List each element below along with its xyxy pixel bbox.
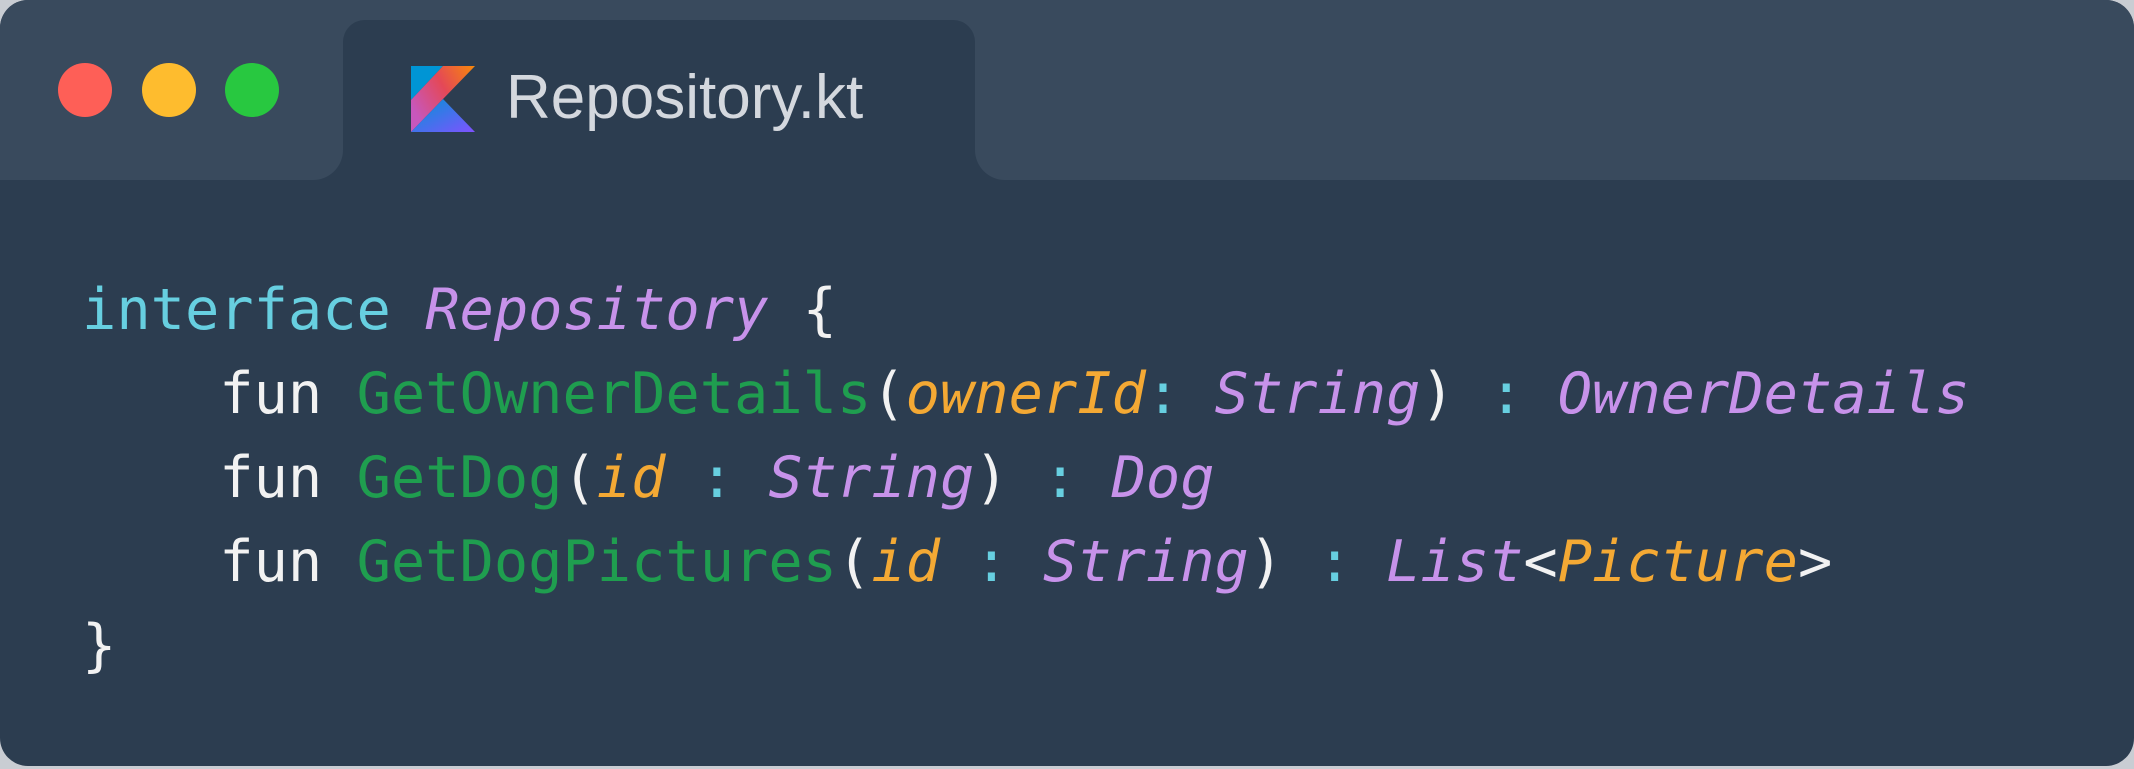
code-token-type: String	[1214, 361, 1421, 427]
code-token-punc: {	[768, 277, 837, 343]
code-token-type: List	[1386, 529, 1524, 595]
code-line: interface Repository {	[82, 268, 1970, 352]
code-line: fun GetDogPictures(id : String) : List<P…	[82, 520, 1970, 604]
code-token-punc: }	[82, 613, 117, 679]
tab-title[interactable]: Repository.kt	[506, 58, 863, 138]
close-window-button[interactable]	[58, 63, 112, 117]
kotlin-icon	[411, 66, 475, 132]
code-token-param: id	[871, 529, 940, 595]
code-token-plain: fun	[219, 529, 323, 595]
code-token-plain: fun	[219, 361, 323, 427]
code-token-colon: :	[939, 529, 1043, 595]
maximize-window-button[interactable]	[225, 63, 279, 117]
code-token-colon: :	[665, 445, 769, 511]
code-token-type: Dog	[1111, 445, 1215, 511]
code-token-type: Repository	[425, 277, 769, 343]
code-token-fn: GetOwnerDetails	[356, 361, 872, 427]
code-token-punc: )	[974, 445, 1009, 511]
code-token-type: String	[768, 445, 975, 511]
code-token-type: OwnerDetails	[1557, 361, 1970, 427]
code-token-param: Picture	[1557, 529, 1798, 595]
code-token-colon: :	[1145, 361, 1215, 427]
code-line: fun GetDog(id : String) : Dog	[82, 436, 1970, 520]
code-line: }	[82, 604, 1970, 688]
tab-edge-right	[975, 150, 1005, 180]
minimize-window-button[interactable]	[142, 63, 196, 117]
code-token-punc: (	[562, 445, 597, 511]
code-token-colon: :	[1283, 529, 1387, 595]
code-token-plain: fun	[219, 445, 323, 511]
code-token-punc: (	[871, 361, 906, 427]
code-token-fn: GetDogPictures	[356, 529, 837, 595]
code-token-type: String	[1042, 529, 1249, 595]
code-token-param: ownerId	[905, 361, 1146, 427]
code-block[interactable]: interface Repository { fun GetOwnerDetai…	[82, 268, 1970, 688]
code-token-punc: (	[837, 529, 872, 595]
editor-window: Repository.kt interface Repository { fun…	[0, 0, 2134, 766]
code-token-colon: :	[1008, 445, 1112, 511]
code-token-param: id	[596, 445, 666, 511]
code-line: fun GetOwnerDetails(ownerId: String) : O…	[82, 352, 1970, 436]
code-token-fn: GetDog	[356, 445, 563, 511]
code-token-punc: <	[1523, 529, 1558, 595]
tab-edge-left	[313, 150, 343, 180]
code-token-punc: )	[1420, 361, 1455, 427]
code-token-punc: >	[1797, 529, 1833, 595]
code-token-kw: interface	[82, 277, 391, 343]
code-token-colon: :	[1454, 361, 1558, 427]
code-token-punc: )	[1248, 529, 1284, 595]
